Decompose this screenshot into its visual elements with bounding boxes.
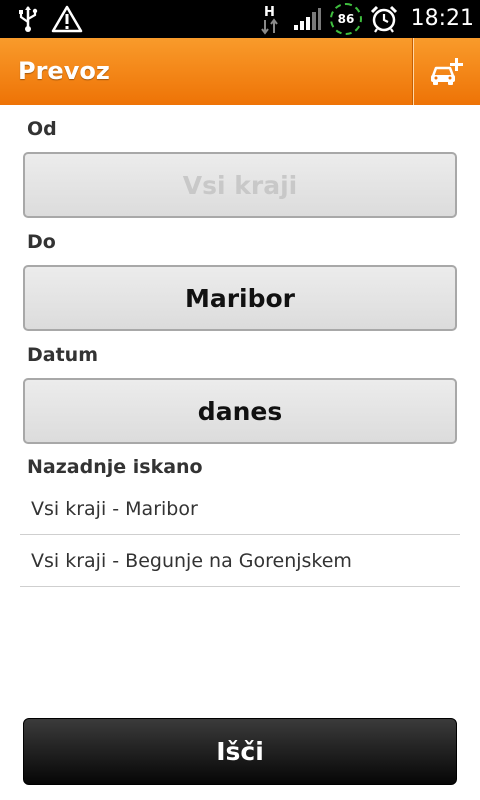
from-selector[interactable]: Vsi kraji [23,152,457,218]
to-selector[interactable]: Maribor [23,265,457,331]
battery-icon: 86 [328,0,364,38]
date-selector[interactable]: danes [23,378,457,444]
from-label: Od [27,118,57,140]
recent-search-item[interactable]: Vsi kraji - Maribor [20,483,460,535]
date-label: Datum [27,344,98,366]
recent-search-label: Vsi kraji - Maribor [31,498,198,520]
action-bar: Prevoz [0,38,480,105]
clock: 18:21 [410,6,474,31]
warning-icon [50,0,84,38]
usb-icon [14,0,42,38]
status-bar: H 86 18:21 [0,0,480,38]
app-title: Prevoz [18,57,110,85]
to-label: Do [27,231,56,253]
recent-search-item[interactable]: Vsi kraji - Begunje na Gorenjskem [20,535,460,587]
alarm-icon [368,0,400,38]
battery-level: 86 [330,3,362,35]
network-h-icon: H [256,0,284,38]
recent-searches-header: Nazadnje iskano [27,456,203,478]
add-car-icon [431,57,463,85]
svg-text:H: H [264,5,275,20]
add-ride-button[interactable] [414,38,480,105]
signal-icon [292,0,322,38]
recent-search-label: Vsi kraji - Begunje na Gorenjskem [31,550,352,572]
search-button[interactable]: Išči [23,718,457,785]
